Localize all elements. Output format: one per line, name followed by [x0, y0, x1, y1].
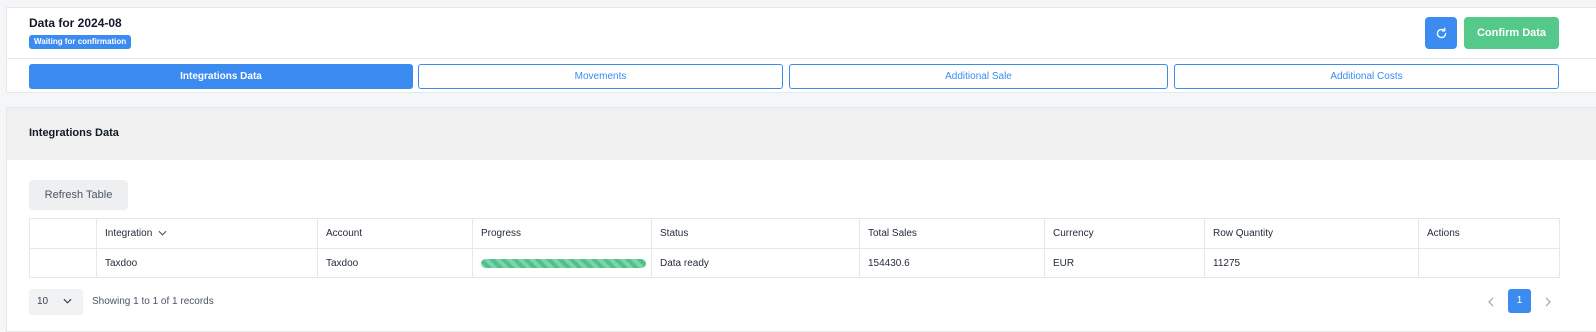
- previous-page-button[interactable]: [1483, 292, 1499, 312]
- refresh-icon: [1436, 27, 1446, 38]
- currency-cell: EUR: [1044, 248, 1205, 278]
- tab-additional-sale[interactable]: Additional Sale: [789, 64, 1168, 89]
- page-button-current[interactable]: 1: [1508, 289, 1531, 313]
- reload-button[interactable]: [1425, 17, 1457, 49]
- page-title: Data for 2024-08: [29, 16, 122, 30]
- integrations-card: Integrations Data Refresh Table Integrat…: [6, 107, 1596, 332]
- section-title: Integrations Data: [29, 127, 119, 139]
- page-size-value: 10: [37, 296, 49, 307]
- chevron-down-icon: [63, 298, 72, 304]
- row-quantity-cell: 11275: [1204, 248, 1419, 278]
- chevron-right-icon: [1545, 297, 1551, 307]
- records-info: Showing 1 to 1 of 1 records: [92, 296, 214, 307]
- table-row: Taxdoo Taxdoo Data ready 154430.6 EUR 11…: [29, 248, 1560, 278]
- column-header-account: Account: [317, 218, 473, 249]
- header-card: Data for 2024-08 Waiting for confirmatio…: [6, 7, 1596, 93]
- refresh-table-button[interactable]: Refresh Table: [29, 180, 128, 210]
- divider: [7, 58, 1596, 59]
- column-header-total-sales: Total Sales: [859, 218, 1045, 249]
- account-cell: Taxdoo: [317, 248, 473, 278]
- table-header-row: Integration Account Progress Status Tota…: [29, 218, 1560, 249]
- page-size-select[interactable]: 10: [29, 289, 83, 315]
- column-header-row-quantity: Row Quantity: [1204, 218, 1419, 249]
- column-header-actions: Actions: [1418, 218, 1560, 249]
- section-header: Integrations Data: [7, 108, 1596, 160]
- chevron-left-icon: [1488, 297, 1494, 307]
- column-header-status: Status: [651, 218, 860, 249]
- column-header-currency: Currency: [1044, 218, 1205, 249]
- column-header-select: [29, 218, 97, 249]
- chevron-down-icon: [158, 231, 167, 236]
- next-page-button[interactable]: [1540, 292, 1556, 312]
- status-badge: Waiting for confirmation: [29, 35, 132, 49]
- tab-integrations-data[interactable]: Integrations Data: [29, 64, 413, 89]
- tab-movements[interactable]: Movements: [418, 64, 783, 89]
- progress-cell: [472, 248, 652, 278]
- integrations-table: Integration Account Progress Status Tota…: [29, 218, 1560, 278]
- column-header-integration[interactable]: Integration: [96, 218, 318, 249]
- status-cell: Data ready: [651, 248, 860, 278]
- tab-additional-costs[interactable]: Additional Costs: [1174, 64, 1559, 89]
- column-header-progress: Progress: [472, 218, 652, 249]
- integration-cell: Taxdoo: [96, 248, 318, 278]
- row-select-cell: [29, 248, 97, 278]
- actions-cell: [1418, 248, 1560, 278]
- column-header-label: Integration: [105, 228, 153, 239]
- total-sales-cell: 154430.6: [859, 248, 1045, 278]
- progress-bar: [481, 258, 646, 268]
- confirm-data-button[interactable]: Confirm Data: [1464, 17, 1559, 49]
